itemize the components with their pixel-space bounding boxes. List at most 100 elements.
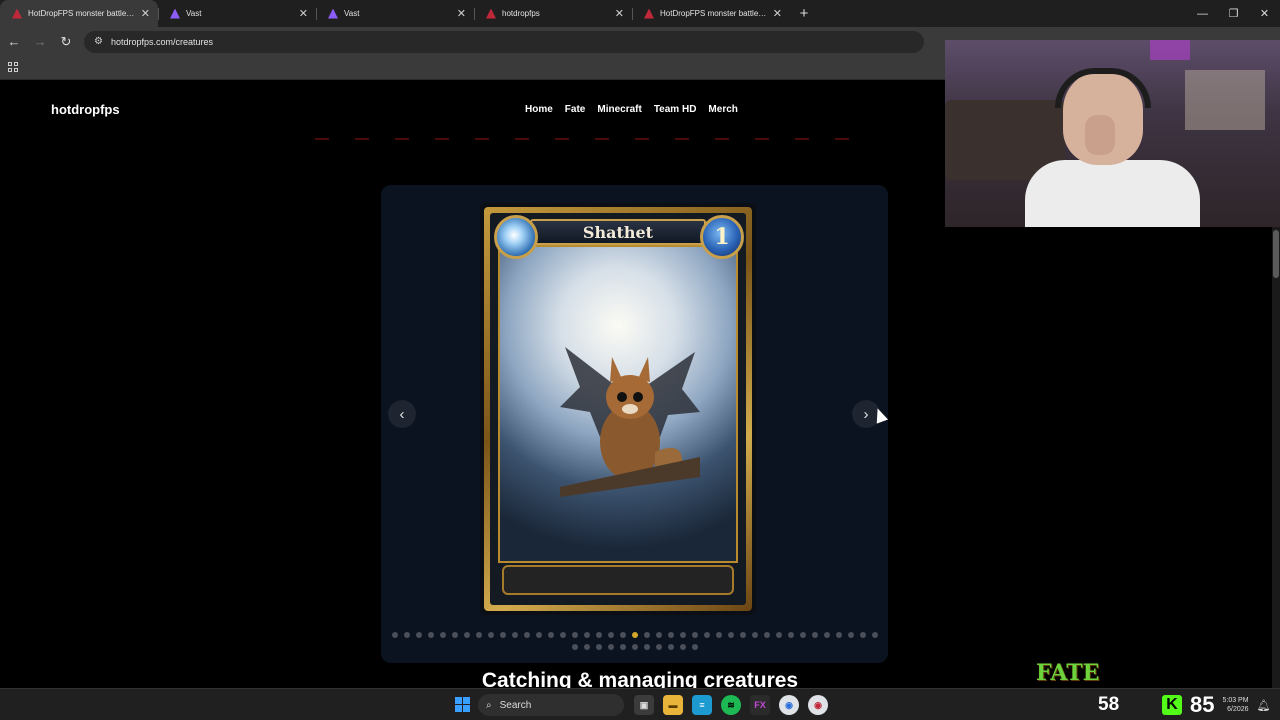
pagination-dot[interactable] [415,632,422,638]
system-tray: K 85 5:03 PM 6/2026 🔔︎ [1162,692,1271,718]
pagination-dot[interactable] [775,632,782,638]
task-view-icon[interactable]: ▣ [634,695,654,715]
pagination-dot[interactable] [607,644,614,650]
pagination-dot-active[interactable] [631,632,638,638]
pagination-dot[interactable] [475,632,482,638]
pagination-dot[interactable] [523,632,530,638]
tab-close-icon[interactable]: ✕ [773,7,782,20]
pagination-dot[interactable] [679,644,686,650]
back-button[interactable]: ← [2,30,26,54]
tab-favicon-icon [486,8,496,19]
tab-close-icon[interactable]: ✕ [299,7,308,20]
taskbar-clock[interactable]: 5:03 PM 6/2026 [1222,696,1248,714]
pagination-dot[interactable] [595,644,602,650]
browser-tab[interactable]: HotDropFPS monster battle sty ✕ [632,0,790,27]
pagination-dot[interactable] [691,632,698,638]
pagination-dot[interactable] [859,632,866,638]
pagination-dot[interactable] [787,632,794,638]
page-scrollbar[interactable] [1272,227,1280,688]
nav-link-team-hd[interactable]: Team HD [654,104,697,115]
close-window-button[interactable]: ✕ [1249,0,1280,27]
pagination-dot[interactable] [835,632,842,638]
pagination-dot[interactable] [619,632,626,638]
pagination-dot[interactable] [403,632,410,638]
browser-tab[interactable]: HotDropFPS monster battle sty ✕ [0,0,158,27]
pagination-dot[interactable] [547,632,554,638]
browser-tab[interactable]: hotdropfps ✕ [474,0,632,27]
decorative-divider [315,138,860,140]
pagination-dot[interactable] [439,632,446,638]
nav-link-minecraft[interactable]: Minecraft [597,104,641,115]
pagination-dot[interactable] [463,632,470,638]
hud-fx-icon[interactable]: FX [750,695,770,715]
pagination-dot[interactable] [739,632,746,638]
chrome-profile-icon[interactable]: ◉ [808,695,828,715]
tab-close-icon[interactable]: ✕ [141,7,150,20]
file-explorer-icon[interactable]: ▬ [663,695,683,715]
pagination-dot[interactable] [691,644,698,650]
pagination-dot[interactable] [391,632,398,638]
pagination-dot[interactable] [679,632,686,638]
pagination-dot[interactable] [571,644,578,650]
reload-button[interactable]: ↻ [54,30,78,54]
nav-link-merch[interactable]: Merch [708,104,737,115]
tab-favicon-icon [328,8,338,19]
pagination-dot[interactable] [823,632,830,638]
pagination-dot[interactable] [715,632,722,638]
spotify-icon[interactable]: ≋ [721,695,741,715]
new-tab-button[interactable]: + [790,0,818,27]
site-brand[interactable]: hotdropfps [51,102,120,117]
pagination-dot[interactable] [847,632,854,638]
pagination-dot[interactable] [619,644,626,650]
pagination-dot[interactable] [559,632,566,638]
pagination-dot[interactable] [751,632,758,638]
window-controls: — ❐ ✕ [1187,0,1280,27]
pagination-dot[interactable] [643,632,650,638]
windows-start-icon[interactable] [455,697,470,712]
clock-date: 6/2026 [1227,706,1249,713]
pagination-dot[interactable] [655,644,662,650]
pagination-dot[interactable] [511,632,518,638]
notification-bell-icon[interactable]: 🔔︎ [1257,699,1271,712]
pagination-dot[interactable] [427,632,434,638]
pagination-dot[interactable] [763,632,770,638]
pagination-dot[interactable] [727,632,734,638]
forward-button[interactable]: → [28,30,52,54]
pagination-dot[interactable] [607,632,614,638]
restore-button[interactable]: ❐ [1218,0,1249,27]
address-bar[interactable]: ⚙ hotdropfps.com/creatures [84,30,924,53]
chrome-icon[interactable]: ◉ [779,695,799,715]
pagination-dot[interactable] [871,632,878,638]
pagination-dot[interactable] [535,632,542,638]
pagination-dot[interactable] [799,632,806,638]
browser-tab[interactable]: Vast ✕ [158,0,316,27]
pagination-dot[interactable] [487,632,494,638]
pagination-dot[interactable] [583,644,590,650]
pagination-dot[interactable] [667,644,674,650]
pagination-dot[interactable] [667,632,674,638]
pagination-dot[interactable] [631,644,638,650]
carousel-prev-button[interactable]: ‹ [388,400,416,428]
browser-tab[interactable]: Vast ✕ [316,0,474,27]
notepad-icon[interactable]: ≡ [692,695,712,715]
kick-icon[interactable]: K [1162,695,1182,715]
pagination-dot[interactable] [811,632,818,638]
pagination-dot[interactable] [643,644,650,650]
tab-close-icon[interactable]: ✕ [615,7,624,20]
nav-link-fate[interactable]: Fate [565,104,586,115]
scrollbar-thumb[interactable] [1273,230,1279,278]
pagination-dot[interactable] [595,632,602,638]
pagination-dot[interactable] [583,632,590,638]
taskbar-search[interactable]: ⌕ Search [478,694,624,716]
pagination-dot[interactable] [703,632,710,638]
minimize-button[interactable]: — [1187,0,1218,27]
card-cost: 1 [700,215,744,259]
pagination-dot[interactable] [499,632,506,638]
nav-link-home[interactable]: Home [525,104,553,115]
tab-close-icon[interactable]: ✕ [457,7,466,20]
apps-grid-icon[interactable] [8,62,18,72]
pagination-dot[interactable] [571,632,578,638]
site-info-icon[interactable]: ⚙ [94,36,103,47]
pagination-dot[interactable] [451,632,458,638]
pagination-dot[interactable] [655,632,662,638]
